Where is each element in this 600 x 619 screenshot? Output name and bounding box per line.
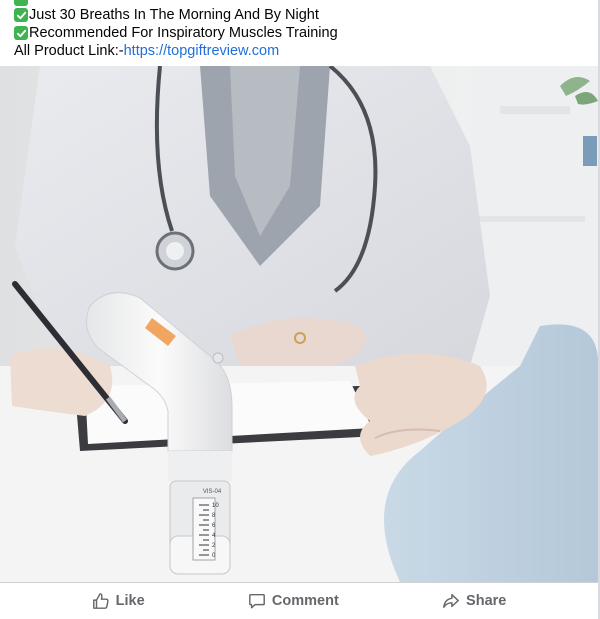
doctor-inhaler-photo: VIS-04 10 8 6 4 2 0: [0, 66, 598, 582]
like-button[interactable]: Like: [80, 588, 157, 614]
post-text: Just 30 Breaths In The Morning And By Ni…: [14, 0, 584, 60]
link-prefix: All Product Link:-: [14, 43, 124, 59]
share-button[interactable]: Share: [430, 588, 518, 614]
post-line-text: Just 30 Breaths In The Morning And By Ni…: [29, 7, 319, 23]
check-mark-icon: [14, 8, 28, 22]
check-mark-icon: [14, 0, 28, 6]
scale-number: 10: [212, 503, 219, 509]
share-label: Share: [466, 593, 507, 609]
post-action-bar: Like Comment Share: [0, 582, 598, 619]
like-label: Like: [115, 593, 145, 609]
post-line: Recommended For Inspiratory Muscles Trai…: [14, 24, 584, 42]
share-arrow-icon: [443, 593, 459, 609]
comment-label: Comment: [271, 593, 339, 609]
comment-icon: [248, 593, 265, 609]
check-mark-icon: [14, 26, 28, 40]
post-photo[interactable]: VIS-04 10 8 6 4 2 0: [0, 66, 598, 582]
post-line: Just 30 Breaths In The Morning And By Ni…: [14, 6, 584, 24]
product-link-line: All Product Link:- https://topgiftreview.…: [14, 42, 584, 60]
device-label: VIS-04: [203, 489, 222, 495]
post-line-text: Recommended For Inspiratory Muscles Trai…: [29, 25, 338, 41]
comment-button[interactable]: Comment: [236, 588, 351, 614]
product-link[interactable]: https://topgiftreview.com: [124, 42, 280, 60]
thumbs-up-icon: [92, 593, 109, 609]
